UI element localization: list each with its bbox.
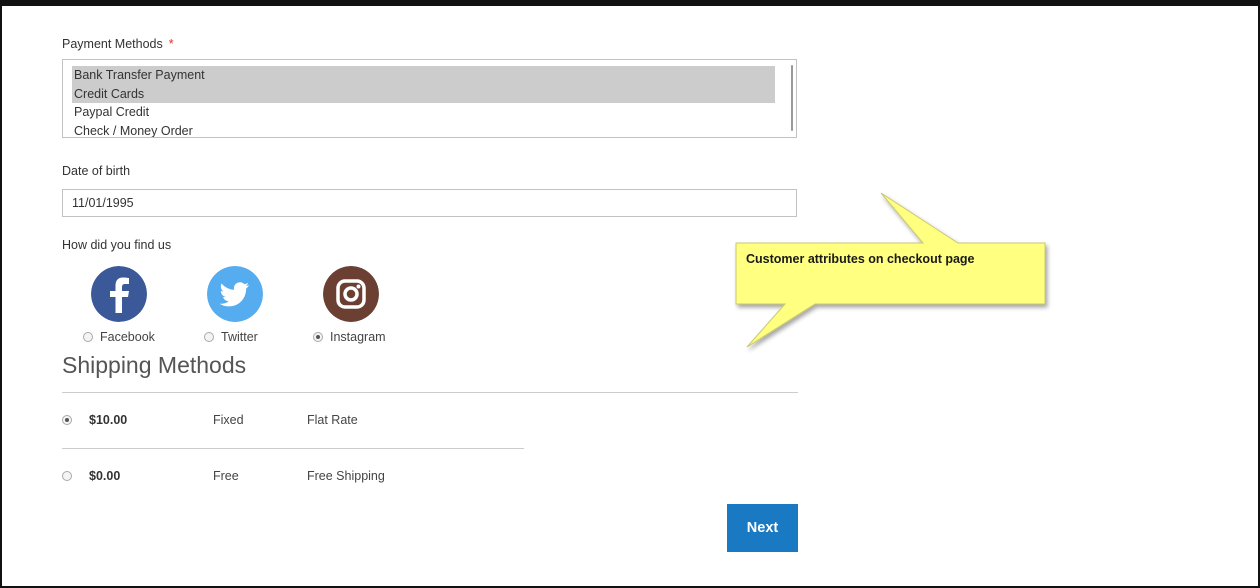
shipping-radio-flat-rate[interactable] xyxy=(62,415,72,425)
instagram-radio[interactable] xyxy=(313,332,323,342)
payment-methods-select[interactable]: Bank Transfer Payment Credit Cards Paypa… xyxy=(62,59,797,138)
facebook-radio-label: Facebook xyxy=(100,330,155,344)
shipping-price: $0.00 xyxy=(89,469,121,483)
instagram-radio-label: Instagram xyxy=(330,330,386,344)
instagram-icon xyxy=(323,266,379,322)
payment-option-paypal-credit[interactable]: Paypal Credit xyxy=(72,103,775,122)
facebook-icon xyxy=(91,266,147,322)
callout-text: Customer attributes on checkout page xyxy=(746,252,975,266)
facebook-radio[interactable] xyxy=(83,332,93,342)
shipping-divider xyxy=(62,392,798,393)
dob-label: Date of birth xyxy=(62,164,131,178)
shipping-method: Fixed xyxy=(213,413,244,427)
payment-methods-label: Payment Methods * xyxy=(62,37,174,51)
find-us-label: How did you find us xyxy=(62,238,172,252)
required-asterisk: * xyxy=(168,37,174,51)
shipping-radio-free-shipping[interactable] xyxy=(62,471,72,481)
twitter-radio[interactable] xyxy=(204,332,214,342)
listbox-scrollbar[interactable] xyxy=(791,65,793,131)
shipping-method: Free xyxy=(213,469,239,483)
shipping-carrier: Flat Rate xyxy=(307,413,358,427)
shipping-methods-heading: Shipping Methods xyxy=(62,352,247,378)
payment-option-credit-cards[interactable]: Credit Cards xyxy=(72,84,775,103)
twitter-icon xyxy=(207,266,263,322)
dob-input[interactable]: 11/01/1995 xyxy=(62,189,797,217)
twitter-radio-label: Twitter xyxy=(221,330,258,344)
next-button[interactable]: Next xyxy=(727,504,798,552)
row-divider xyxy=(62,448,524,449)
shipping-carrier: Free Shipping xyxy=(307,469,385,483)
payment-option-check-money-order[interactable]: Check / Money Order xyxy=(72,122,775,138)
shipping-price: $10.00 xyxy=(89,413,128,427)
payment-option-bank-transfer[interactable]: Bank Transfer Payment xyxy=(72,66,775,85)
